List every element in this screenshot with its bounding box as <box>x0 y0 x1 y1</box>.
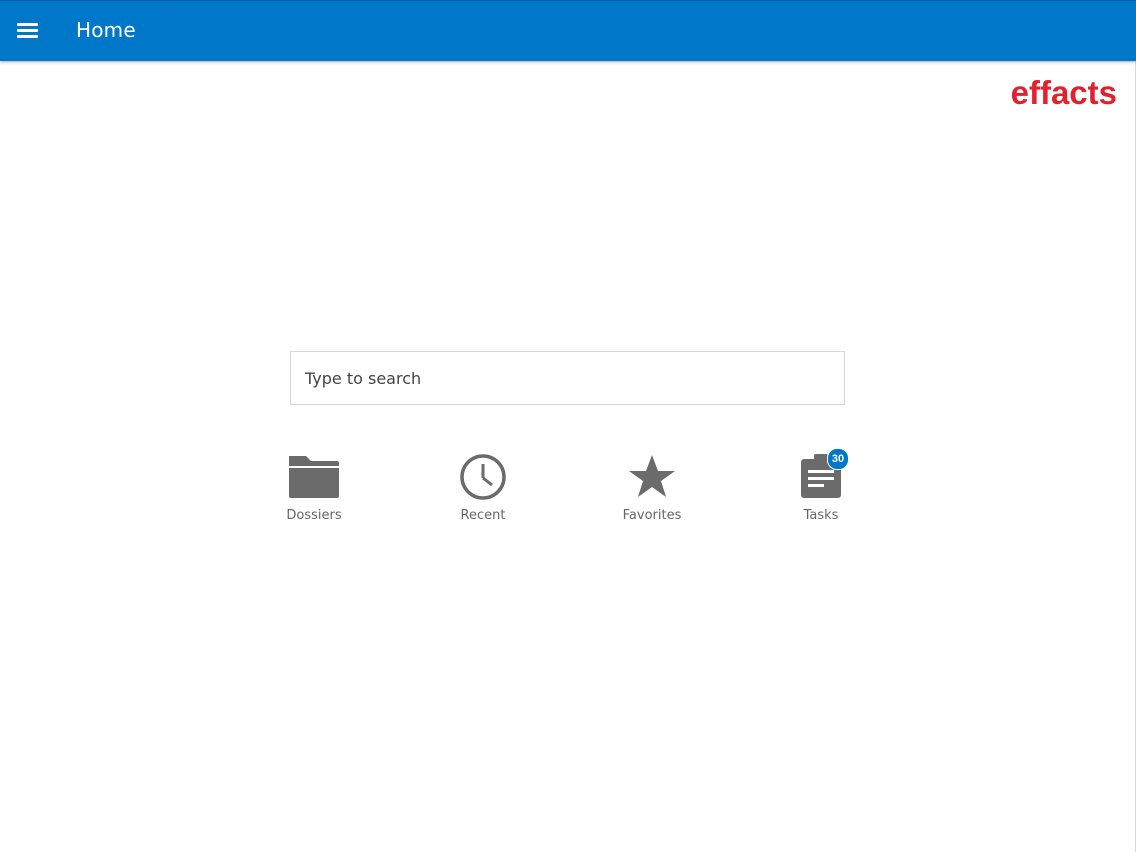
shortcut-label: Dossiers <box>286 508 342 523</box>
favorites-shortcut[interactable]: Favorites <box>592 450 712 526</box>
tasks-shortcut[interactable]: 30 Tasks <box>761 448 881 526</box>
menu-icon-line <box>17 23 38 26</box>
clipboard-icon: 30 <box>793 448 849 502</box>
shortcut-label: Recent <box>460 508 506 523</box>
shortcut-label: Tasks <box>803 508 839 523</box>
menu-button[interactable] <box>14 18 42 44</box>
menu-icon-line <box>17 35 38 38</box>
star-icon <box>624 450 680 502</box>
shortcut-label: Favorites <box>622 508 682 523</box>
recent-shortcut[interactable]: Recent <box>423 450 543 526</box>
task-count-badge: 30 <box>827 448 849 470</box>
app-frame: Home effacts Dossiers <box>0 0 1136 852</box>
search-box[interactable] <box>290 351 845 405</box>
brand-logo: effacts <box>1010 74 1117 111</box>
app-bar: Home <box>0 0 1136 61</box>
search-input[interactable] <box>303 352 827 404</box>
folder-icon <box>286 450 342 502</box>
dossiers-shortcut[interactable]: Dossiers <box>254 450 374 526</box>
menu-icon-line <box>17 29 38 32</box>
shortcut-bar: Dossiers Recent Favorites 30 Tasks <box>254 448 890 530</box>
clock-icon <box>455 450 511 502</box>
page-title: Home <box>76 18 136 42</box>
